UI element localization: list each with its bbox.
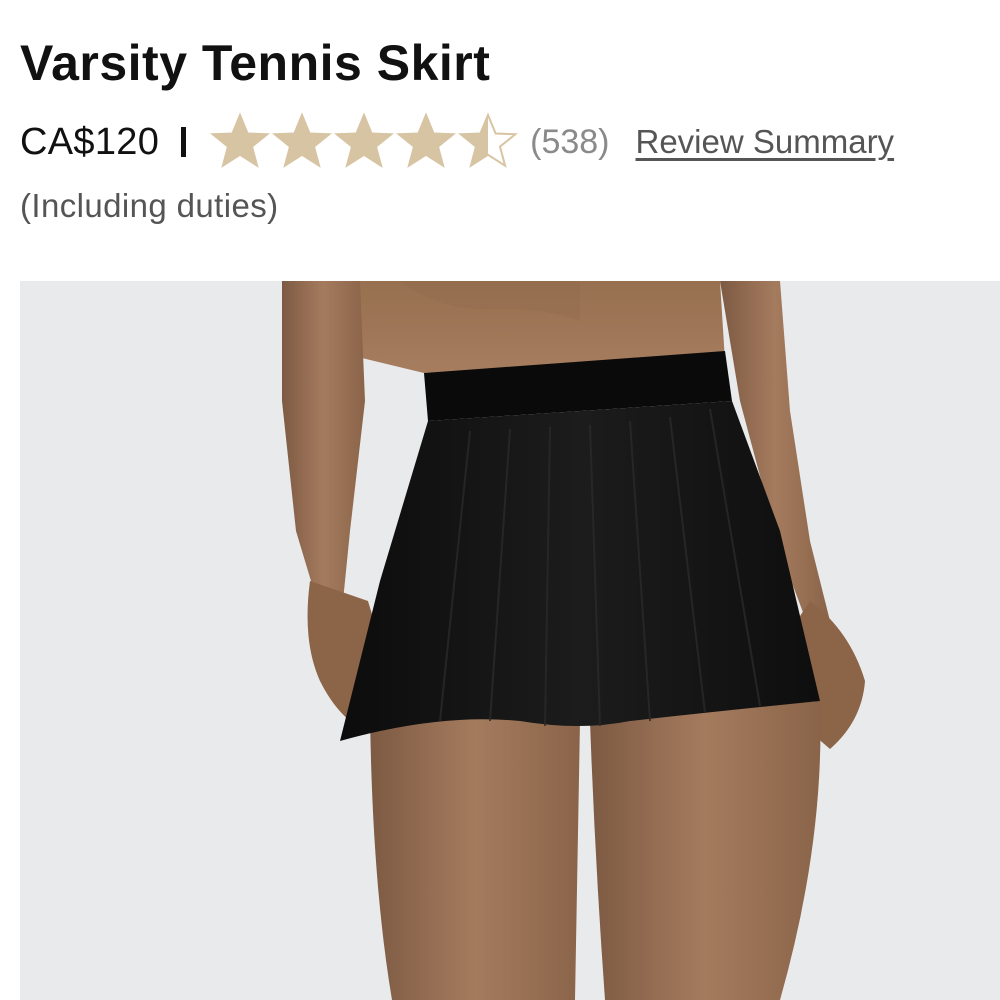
review-summary-link[interactable]: Review Summary — [636, 123, 895, 161]
product-page: Varsity Tennis Skirt CA$120 (538) Review… — [0, 0, 1000, 1000]
price-divider — [181, 127, 187, 157]
product-price: CA$120 — [20, 120, 160, 163]
star-icon-5-partial — [458, 112, 519, 168]
star-icon-2-full — [272, 112, 333, 168]
product-title: Varsity Tennis Skirt — [20, 35, 491, 91]
star-icon-1-full — [210, 112, 271, 168]
product-photo-illustration — [20, 281, 1000, 1000]
duties-note: (Including duties) — [20, 187, 279, 224]
product-image[interactable] — [20, 281, 1000, 1000]
star-icon-4-full — [396, 112, 457, 168]
star-icon-3-full — [334, 112, 395, 168]
star-rating[interactable] — [210, 112, 519, 172]
price-rating-row: CA$120 (538) Review Summary — [20, 112, 894, 172]
review-count[interactable]: (538) — [530, 123, 609, 162]
